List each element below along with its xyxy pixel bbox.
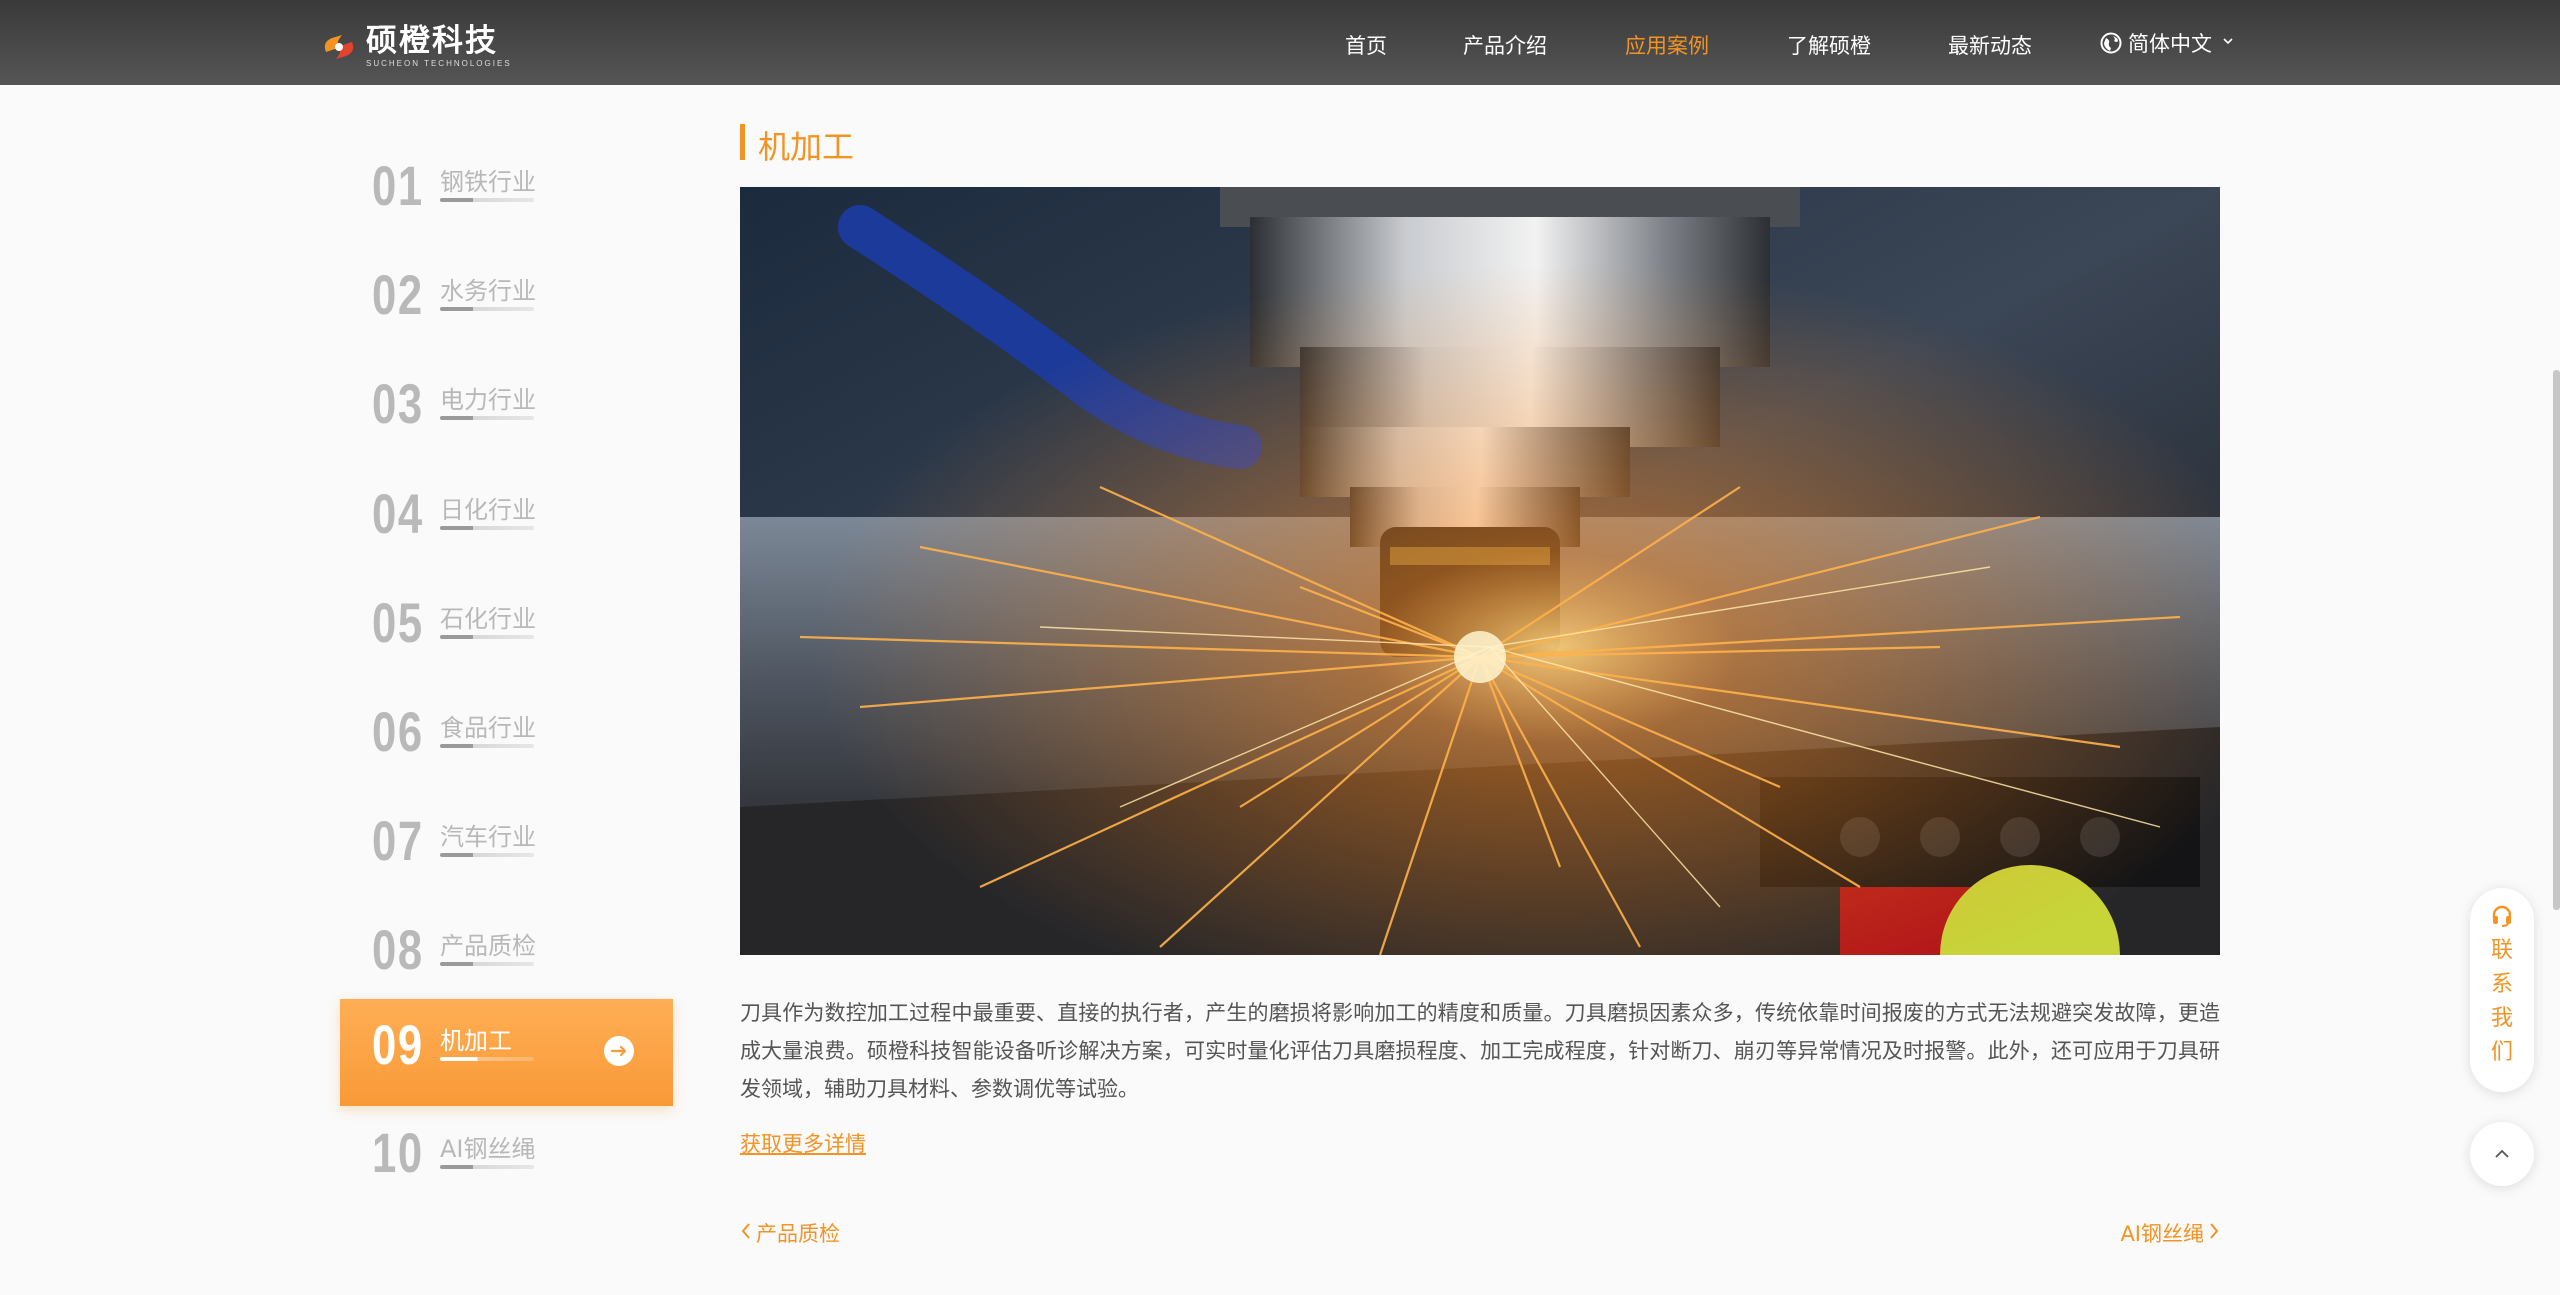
sidebar-item-chemical[interactable]: 04 日化行业 <box>340 468 673 575</box>
logo-subtitle: SUCHEON TECHNOLOGIES <box>366 59 512 68</box>
sidebar-item-underline <box>440 416 534 420</box>
sidebar-item-label: 电力行业 <box>440 386 536 414</box>
nav-home[interactable]: 首页 <box>1345 30 1387 60</box>
back-to-top-button[interactable] <box>2470 1122 2534 1186</box>
sidebar-item-number: 03 <box>372 372 424 435</box>
sidebar-item-underline <box>440 1165 534 1169</box>
sidebar-item-number: 01 <box>372 154 424 217</box>
case-description: 刀具作为数控加工过程中最重要、直接的执行者，产生的磨损将影响加工的精度和质量。刀… <box>740 1001 2220 1101</box>
sidebar-item-number: 08 <box>372 918 424 981</box>
headset-icon <box>2490 904 2514 932</box>
sidebar-item-automotive[interactable]: 07 汽车行业 <box>340 795 673 902</box>
sidebar-item-label: 汽车行业 <box>440 823 536 851</box>
logo[interactable]: 硕橙科技 SUCHEON TECHNOLOGIES <box>318 24 512 70</box>
sidebar-item-underline <box>440 1057 534 1061</box>
sidebar-item-number: 10 <box>372 1121 424 1184</box>
sidebar-item-label: 机加工 <box>440 1027 512 1055</box>
nav-about[interactable]: 了解硕橙 <box>1787 30 1871 60</box>
nav-products[interactable]: 产品介绍 <box>1463 30 1547 60</box>
title-accent-bar <box>740 124 745 160</box>
sidebar-item-food[interactable]: 06 食品行业 <box>340 686 673 793</box>
sidebar-item-label: 钢铁行业 <box>440 168 536 196</box>
sidebar-item-quality-inspection[interactable]: 08 产品质检 <box>340 904 673 1011</box>
sidebar-item-underline <box>440 307 534 311</box>
sidebar-item-underline <box>440 744 534 748</box>
sidebar-item-number: 09 <box>372 1013 424 1076</box>
next-case-link[interactable]: AI钢丝绳 <box>2120 1218 2220 1248</box>
chevron-up-icon <box>2493 1145 2511 1164</box>
contact-us-label: 联系我们 <box>2490 938 2513 1065</box>
next-case-label: AI钢丝绳 <box>2120 1222 2204 1246</box>
sidebar-item-ai-wire-rope[interactable]: 10 AI钢丝绳 <box>340 1107 673 1214</box>
sidebar-item-label: 水务行业 <box>440 277 536 305</box>
chevron-left-icon <box>740 1221 752 1246</box>
prev-case-label: 产品质检 <box>756 1222 840 1246</box>
sidebar-item-label: AI钢丝绳 <box>440 1135 536 1163</box>
machining-hero-image <box>740 187 2220 955</box>
page-title: 机加工 <box>758 128 855 166</box>
logo-mark-icon <box>318 26 360 68</box>
sidebar-item-label: 石化行业 <box>440 605 536 633</box>
sidebar-item-machining[interactable]: 09 机加工 <box>340 999 673 1106</box>
prev-case-link[interactable]: 产品质检 <box>740 1218 840 1248</box>
chevron-right-icon <box>2208 1221 2220 1246</box>
chevron-down-icon <box>2222 35 2234 51</box>
sidebar-item-number: 06 <box>372 700 424 763</box>
sidebar-item-power[interactable]: 03 电力行业 <box>340 358 673 465</box>
sidebar-item-label: 产品质检 <box>440 932 536 960</box>
globe-icon <box>2100 32 2122 54</box>
language-selector[interactable]: 简体中文 <box>2100 28 2234 58</box>
arrow-right-icon <box>604 1036 634 1066</box>
logo-title: 硕橙科技 <box>366 23 498 59</box>
sidebar-item-number: 02 <box>372 263 424 326</box>
sidebar-item-number: 07 <box>372 809 424 872</box>
more-details-link[interactable]: 获取更多详情 <box>740 1128 866 1158</box>
language-label: 简体中文 <box>2128 32 2212 56</box>
sidebar-item-underline <box>440 198 534 202</box>
sidebar-item-number: 05 <box>372 591 424 654</box>
sidebar-item-label: 食品行业 <box>440 714 536 742</box>
sidebar-item-number: 04 <box>372 482 424 545</box>
sidebar-item-water[interactable]: 02 水务行业 <box>340 249 673 356</box>
top-header: 硕橙科技 SUCHEON TECHNOLOGIES 首页 产品介绍 应用案例 了… <box>0 0 2560 85</box>
sidebar-item-petrochemical[interactable]: 05 石化行业 <box>340 577 673 684</box>
sidebar-item-steel[interactable]: 01 钢铁行业 <box>340 140 673 247</box>
sidebar-item-underline <box>440 853 534 857</box>
page-scrollbar[interactable] <box>2553 370 2560 910</box>
sidebar-item-underline <box>440 635 534 639</box>
sidebar-item-label: 日化行业 <box>440 496 536 524</box>
contact-us-widget[interactable]: 联系我们 <box>2470 888 2534 1092</box>
sidebar-item-underline <box>440 526 534 530</box>
nav-news[interactable]: 最新动态 <box>1948 30 2032 60</box>
sidebar-item-underline <box>440 962 534 966</box>
nav-cases[interactable]: 应用案例 <box>1625 30 1709 60</box>
